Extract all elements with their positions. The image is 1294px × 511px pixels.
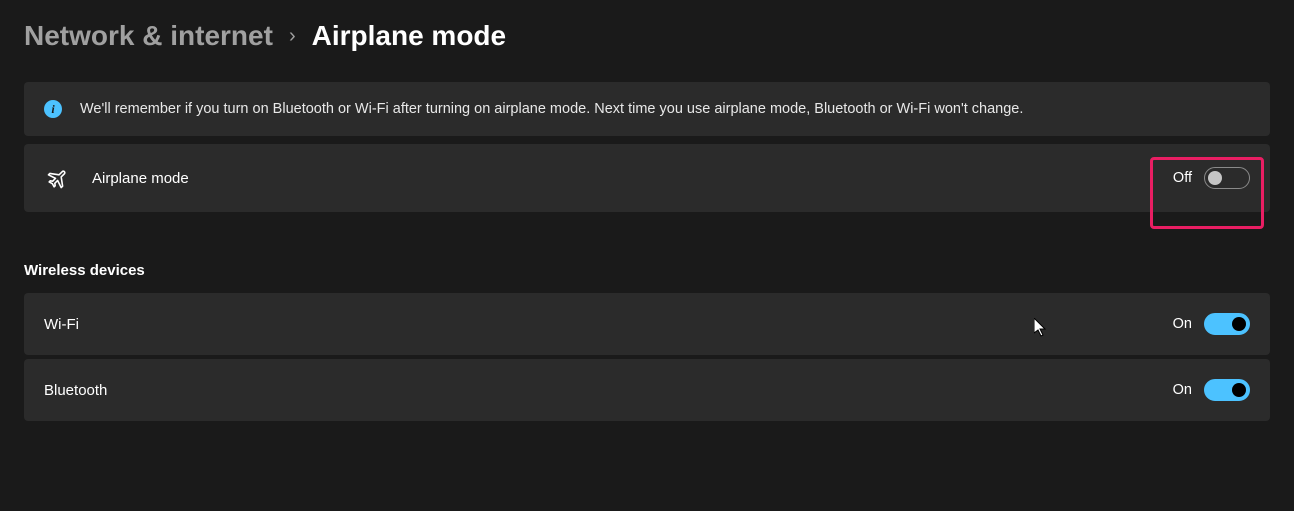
bluetooth-label: Bluetooth [44, 382, 1173, 399]
bluetooth-row: Bluetooth On [24, 359, 1270, 421]
page-title: Airplane mode [312, 20, 506, 52]
bluetooth-toggle-group: On [1173, 379, 1250, 401]
info-banner: i We'll remember if you turn on Bluetoot… [24, 82, 1270, 136]
wifi-toggle[interactable] [1204, 313, 1250, 335]
wifi-state: On [1173, 316, 1192, 332]
breadcrumb: Network & internet › Airplane mode [24, 20, 1270, 52]
airplane-icon [44, 164, 72, 192]
info-icon: i [44, 100, 62, 118]
breadcrumb-parent[interactable]: Network & internet [24, 20, 273, 52]
info-text: We'll remember if you turn on Bluetooth … [80, 101, 1023, 117]
bluetooth-state: On [1173, 382, 1192, 398]
airplane-mode-state: Off [1173, 170, 1192, 186]
wifi-toggle-group: On [1173, 313, 1250, 335]
wifi-label: Wi-Fi [44, 316, 1173, 333]
section-header-wireless: Wireless devices [24, 262, 1270, 279]
airplane-mode-toggle[interactable] [1204, 167, 1250, 189]
airplane-mode-toggle-group: Off [1173, 167, 1250, 189]
airplane-mode-row: Airplane mode Off [24, 144, 1270, 212]
airplane-mode-label: Airplane mode [92, 170, 1173, 187]
chevron-right-icon: › [289, 25, 296, 48]
bluetooth-toggle[interactable] [1204, 379, 1250, 401]
wifi-row: Wi-Fi On [24, 293, 1270, 355]
